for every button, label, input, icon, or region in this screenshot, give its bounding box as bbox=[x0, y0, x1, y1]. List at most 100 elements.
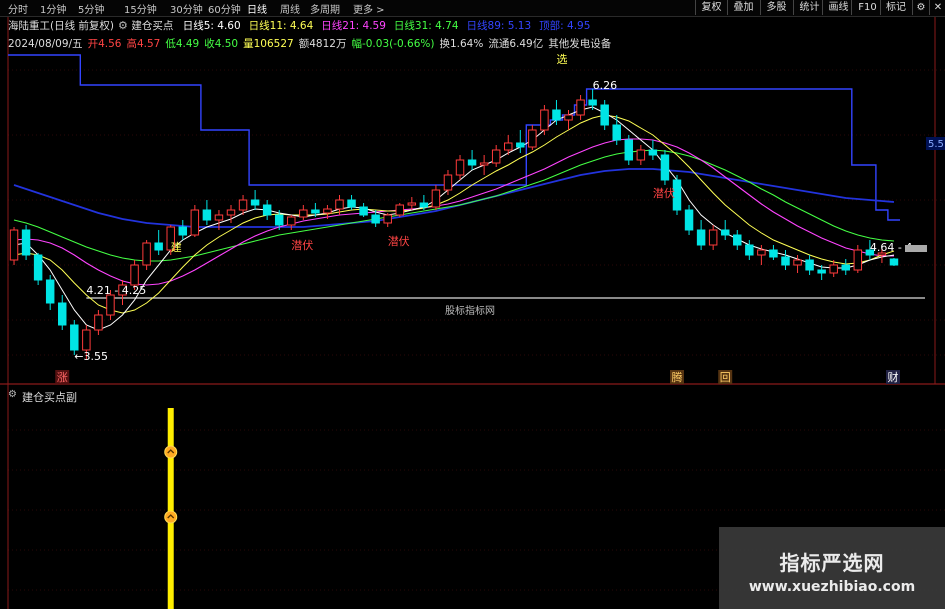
toolbar-button-1[interactable]: 叠加 bbox=[727, 0, 759, 15]
candle-body bbox=[359, 206, 368, 216]
quote-low: 4.49 bbox=[175, 38, 200, 50]
quote-amount: 4812万 bbox=[309, 38, 347, 50]
period-tab-4[interactable]: 30分钟 bbox=[170, 1, 203, 16]
period-tab-7[interactable]: 周线 bbox=[280, 1, 300, 16]
candle-body bbox=[781, 256, 790, 266]
ma-legend-item-5: 顶部: 4.95 bbox=[539, 20, 591, 32]
candle-body bbox=[636, 149, 646, 161]
event-marker: 回 bbox=[720, 371, 731, 384]
candle-body bbox=[202, 209, 212, 221]
candle-body bbox=[612, 124, 621, 141]
period-toolbar: 分时 1分钟 5分钟 15分钟 30分钟 60分钟 日线 周线 多周期 更多 > 复权 叠加 多股 统计画… bbox=[0, 0, 945, 17]
chart-annotation: 6.26 bbox=[593, 79, 618, 92]
candle-body bbox=[660, 154, 670, 181]
candle-body bbox=[745, 244, 754, 256]
candle-body bbox=[395, 204, 404, 216]
indicator-panel-label: 建仓买点副 bbox=[22, 391, 77, 404]
candle-body bbox=[552, 109, 561, 121]
quote-open: 4.56 bbox=[98, 38, 122, 50]
candle-body bbox=[238, 199, 248, 211]
period-tab-9[interactable]: 更多 > bbox=[353, 1, 385, 16]
event-marker: 涨 bbox=[57, 371, 68, 384]
candle-body bbox=[154, 242, 163, 251]
toolbar-button-4[interactable]: 画线 bbox=[822, 0, 854, 15]
ma-legend-item-2: 日线21: 4.59 bbox=[321, 20, 386, 32]
period-tab-8[interactable]: 多周期 bbox=[310, 1, 340, 16]
toolbar-button-3[interactable]: 统计 bbox=[793, 0, 825, 15]
candle-body bbox=[142, 242, 151, 266]
period-tab-6[interactable]: 日线 bbox=[247, 1, 267, 16]
gear-icon[interactable]: ⚙ bbox=[8, 389, 17, 400]
price-chart[interactable]: 6.26←3.554.21 - 4.254.64 - 4选建 潜伏 潜伏潜伏股标指标… bbox=[0, 0, 945, 609]
candle-body bbox=[82, 329, 91, 351]
chart-annotation: 建 bbox=[171, 240, 182, 254]
candle-body bbox=[58, 302, 67, 326]
candle-body bbox=[504, 142, 513, 151]
watermark-title: 指标严选网 bbox=[779, 551, 885, 575]
candle-body bbox=[323, 208, 332, 214]
center-watermark-label: 股标指标网 bbox=[445, 304, 495, 317]
chart-annotation: 潜伏 bbox=[291, 238, 313, 252]
candle-body bbox=[455, 159, 465, 176]
stock-header: 海陆重工(日线 前复权) 建仓买点 日线5: 4.60 日线11: 4.64 日线2… bbox=[8, 18, 598, 33]
chart-annotation: 潜伏 bbox=[388, 234, 410, 248]
candle-body bbox=[335, 199, 344, 210]
candle-body bbox=[491, 149, 501, 164]
candle-body bbox=[588, 99, 597, 106]
toolbar-button-5[interactable]: F10 bbox=[851, 0, 883, 15]
candle-body bbox=[793, 259, 802, 266]
signal-arrow-icon bbox=[164, 445, 178, 459]
candle-body bbox=[841, 264, 850, 271]
settings-icon[interactable]: ⚙ bbox=[912, 0, 929, 15]
candle-body bbox=[829, 264, 838, 274]
candle-body bbox=[576, 99, 585, 116]
candle-body bbox=[130, 264, 139, 286]
candle-body bbox=[214, 214, 224, 221]
period-tab-0[interactable]: 分时 bbox=[8, 1, 28, 16]
stock-name[interactable]: 海陆重工(日线 前复权) bbox=[8, 20, 114, 32]
candle-body bbox=[853, 249, 863, 271]
period-tab-5[interactable]: 60分钟 bbox=[208, 1, 241, 16]
toolbar-button-0[interactable]: 复权 bbox=[695, 0, 727, 15]
candle-body bbox=[540, 109, 549, 131]
candle-body bbox=[708, 229, 718, 246]
candle-body bbox=[178, 226, 188, 236]
candle-body bbox=[805, 259, 814, 271]
candle-body bbox=[33, 254, 43, 281]
candle-body bbox=[347, 199, 356, 208]
top-envelope-line bbox=[8, 54, 900, 221]
quote-float: 6.49亿 bbox=[509, 38, 544, 50]
quote-change: -0.03(-0.66%) bbox=[361, 38, 435, 50]
period-tab-1[interactable]: 1分钟 bbox=[40, 1, 66, 16]
indicator-name[interactable]: 建仓买点 bbox=[131, 20, 173, 32]
quote-turnover: 1.64% bbox=[449, 38, 484, 50]
candle-body bbox=[757, 249, 766, 256]
period-tab-2[interactable]: 5分钟 bbox=[78, 1, 104, 16]
chart-annotation: ←3.55 bbox=[74, 350, 108, 363]
toolbar-button-6[interactable]: 标记 bbox=[880, 0, 911, 15]
candle-body bbox=[648, 149, 658, 156]
chart-annotation: 4.21 - 4.25 bbox=[86, 284, 146, 297]
candle-body bbox=[528, 129, 537, 148]
chart-annotation: 潜伏 bbox=[653, 186, 675, 200]
event-marker: 财 bbox=[888, 370, 899, 384]
candle-body bbox=[684, 209, 694, 231]
candle-body bbox=[733, 234, 742, 246]
ma-legend-item-1: 日线11: 4.64 bbox=[248, 20, 314, 32]
candle-body bbox=[624, 139, 634, 161]
toolbar-button-2[interactable]: 多股 bbox=[760, 0, 792, 15]
candle-body bbox=[443, 174, 453, 191]
gear-icon[interactable]: ⚙ bbox=[118, 19, 128, 32]
candle-body bbox=[431, 189, 441, 208]
chart-annotation: 选 bbox=[556, 53, 567, 66]
event-marker: 腾 bbox=[672, 370, 683, 384]
candle-body bbox=[106, 294, 115, 316]
candle-body bbox=[274, 214, 284, 226]
candle-body bbox=[419, 202, 429, 208]
period-tab-3[interactable]: 15分钟 bbox=[124, 1, 157, 16]
candle-body bbox=[600, 104, 609, 126]
candle-body bbox=[769, 249, 778, 258]
candle-body bbox=[467, 159, 477, 166]
candle-body bbox=[94, 314, 103, 331]
close-icon[interactable]: ✕ bbox=[929, 0, 945, 15]
